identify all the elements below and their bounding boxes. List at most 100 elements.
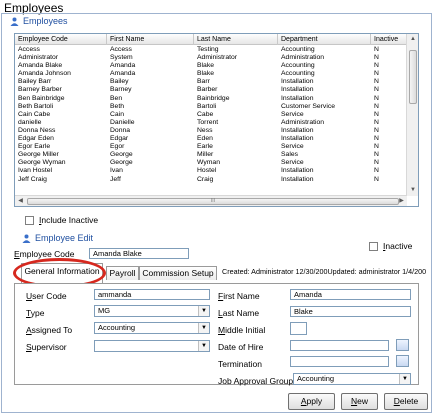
cell-employee-code: Ivan Hostel: [18, 167, 53, 175]
scrollbar-thumb[interactable]: [409, 50, 417, 104]
cell-last-name: Eden: [197, 135, 213, 143]
scroll-left-icon[interactable]: ◀: [15, 196, 26, 206]
assigned-to-select[interactable]: Accounting ▼: [94, 322, 210, 334]
first-name-label: First Name: [218, 291, 260, 301]
chevron-down-icon[interactable]: ▼: [399, 374, 410, 384]
cell-inactive: N: [374, 126, 379, 134]
cell-department: Service: [281, 110, 304, 118]
cell-inactive: N: [374, 151, 379, 159]
assigned-to-select-value: Accounting: [98, 323, 136, 332]
table-row[interactable]: Amanda Blake Amanda Blake Accounting N: [15, 62, 407, 70]
cell-department: Customer Service: [281, 102, 336, 110]
user-code-label: User Code: [26, 291, 67, 301]
column-header-department[interactable]: Department: [278, 34, 371, 45]
cell-employee-code: Cain Cabe: [18, 110, 51, 118]
table-row[interactable]: Egor Earle Egor Earle Service N: [15, 143, 407, 151]
tab-payroll[interactable]: Payroll: [106, 266, 139, 280]
delete-button[interactable]: Delete: [384, 393, 428, 410]
supervisor-label: Supervisor: [26, 342, 67, 352]
scroll-up-icon[interactable]: ▲: [407, 34, 418, 45]
table-row[interactable]: Cain Cabe Cain Cabe Service N: [15, 111, 407, 119]
cell-first-name: Access: [110, 46, 132, 53]
scroll-right-icon[interactable]: ▶: [396, 196, 407, 206]
table-row[interactable]: Beth Bartoli Beth Bartoli Customer Service N: [15, 103, 407, 111]
cell-last-name: Barber: [197, 86, 218, 94]
cell-employee-code: George Miller: [18, 151, 59, 159]
table-row[interactable]: George Wyman George Wyman Service N: [15, 159, 407, 167]
chevron-down-icon[interactable]: ▼: [198, 306, 209, 316]
job-approval-group-select[interactable]: Accounting ▼: [293, 373, 411, 385]
user-code-field[interactable]: ammanda: [94, 289, 210, 300]
chevron-down-icon[interactable]: ▼: [198, 323, 209, 333]
chevron-down-icon[interactable]: ▼: [198, 341, 209, 351]
cell-employee-code: Edgar Eden: [18, 135, 54, 143]
date-of-hire-label: Date of Hire: [218, 342, 264, 352]
include-inactive-checkbox[interactable]: [25, 215, 34, 225]
calendar-icon[interactable]: [396, 339, 409, 351]
employee-edit-title: Employee Edit: [35, 233, 94, 243]
type-select[interactable]: MG ▼: [94, 305, 210, 317]
cell-last-name: Earle: [197, 143, 213, 151]
employee-code-field[interactable]: Amanda Blake: [89, 248, 189, 259]
date-of-hire-field[interactable]: [290, 340, 389, 351]
cell-inactive: N: [374, 159, 379, 167]
table-row[interactable]: Edgar Eden Edgar Eden Installation N: [15, 135, 407, 143]
cell-department: Installation: [281, 167, 314, 175]
last-name-field[interactable]: Blake: [290, 306, 411, 317]
table-row[interactable]: Barney Barber Barney Barber Installation N: [15, 86, 407, 94]
employee-edit-section-header: Employee Edit: [22, 233, 93, 243]
table-row[interactable]: Donna Ness Donna Ness Installation N: [15, 127, 407, 135]
cell-inactive: N: [374, 86, 379, 94]
employees-grid[interactable]: Employee Code First Name Last Name Depar…: [14, 33, 419, 207]
cell-first-name: Bailey: [110, 78, 129, 86]
cell-department: Service: [281, 143, 304, 151]
inactive-option[interactable]: Inactive: [369, 241, 412, 251]
column-header-employee-code[interactable]: Employee Code: [15, 34, 107, 45]
employees-section-header: Employees: [10, 16, 68, 26]
table-row[interactable]: Ben Bainbridge Ben Bainbridge Installation N: [15, 95, 407, 103]
cell-employee-code: Administrator: [18, 54, 59, 62]
column-header-first-name[interactable]: First Name: [107, 34, 194, 45]
table-row[interactable]: danielle Danielle Torrent Administration N: [15, 119, 407, 127]
new-button[interactable]: New: [341, 393, 378, 410]
grid-horizontal-scrollbar[interactable]: ◀ III ▶: [15, 195, 407, 206]
inactive-label: Inactive: [383, 241, 413, 251]
first-name-field[interactable]: Amanda: [290, 289, 411, 300]
grid-vertical-scrollbar[interactable]: ▲ ▼: [406, 34, 418, 196]
cell-department: Installation: [281, 86, 314, 94]
column-header-inactive[interactable]: Inactive: [371, 34, 407, 45]
horizontal-scrollbar-thumb[interactable]: III: [27, 198, 399, 205]
table-row[interactable]: George Miller George Miller Sales N: [15, 151, 407, 159]
cell-last-name: Bainbridge: [197, 94, 230, 102]
type-select-value: MG: [98, 306, 111, 315]
column-header-last-name[interactable]: Last Name: [194, 34, 278, 45]
termination-label: Termination: [218, 359, 262, 369]
table-row[interactable]: Administrator System Administrator Administ…: [15, 54, 407, 62]
employees-section-title: Employees: [23, 16, 68, 26]
cell-first-name: Jeff: [110, 175, 121, 183]
tab-commission-setup[interactable]: Commission Setup: [139, 266, 217, 280]
cell-inactive: N: [374, 135, 379, 143]
apply-button[interactable]: Apply: [288, 393, 335, 410]
table-row[interactable]: Jeff Craig Jeff Craig Installation N: [15, 176, 407, 184]
scroll-down-icon[interactable]: ▼: [407, 185, 418, 196]
table-row[interactable]: Bailey Barr Bailey Barr Installation N: [15, 78, 407, 86]
termination-field[interactable]: [290, 356, 389, 367]
cell-last-name: Administrator: [197, 54, 238, 62]
calendar-icon[interactable]: [396, 355, 409, 367]
cell-first-name: Beth: [110, 102, 124, 110]
cell-employee-code: Access: [18, 46, 40, 53]
cell-department: Service: [281, 159, 304, 167]
assigned-to-label: Assigned To: [26, 325, 73, 335]
cell-last-name: Bartoli: [197, 102, 217, 110]
table-row[interactable]: Access Access Testing Accounting N: [15, 46, 407, 54]
include-inactive-option[interactable]: Include Inactive: [25, 215, 98, 225]
cell-department: Accounting: [281, 62, 315, 70]
middle-initial-field[interactable]: [290, 322, 307, 335]
inactive-checkbox[interactable]: [369, 241, 378, 251]
cell-department: Installation: [281, 126, 314, 134]
cell-inactive: N: [374, 94, 379, 102]
table-row[interactable]: Amanda Johnson Amanda Blake Accounting N: [15, 70, 407, 78]
table-row[interactable]: Ivan Hostel Ivan Hostel Installation N: [15, 167, 407, 175]
supervisor-select[interactable]: ▼: [94, 340, 210, 352]
